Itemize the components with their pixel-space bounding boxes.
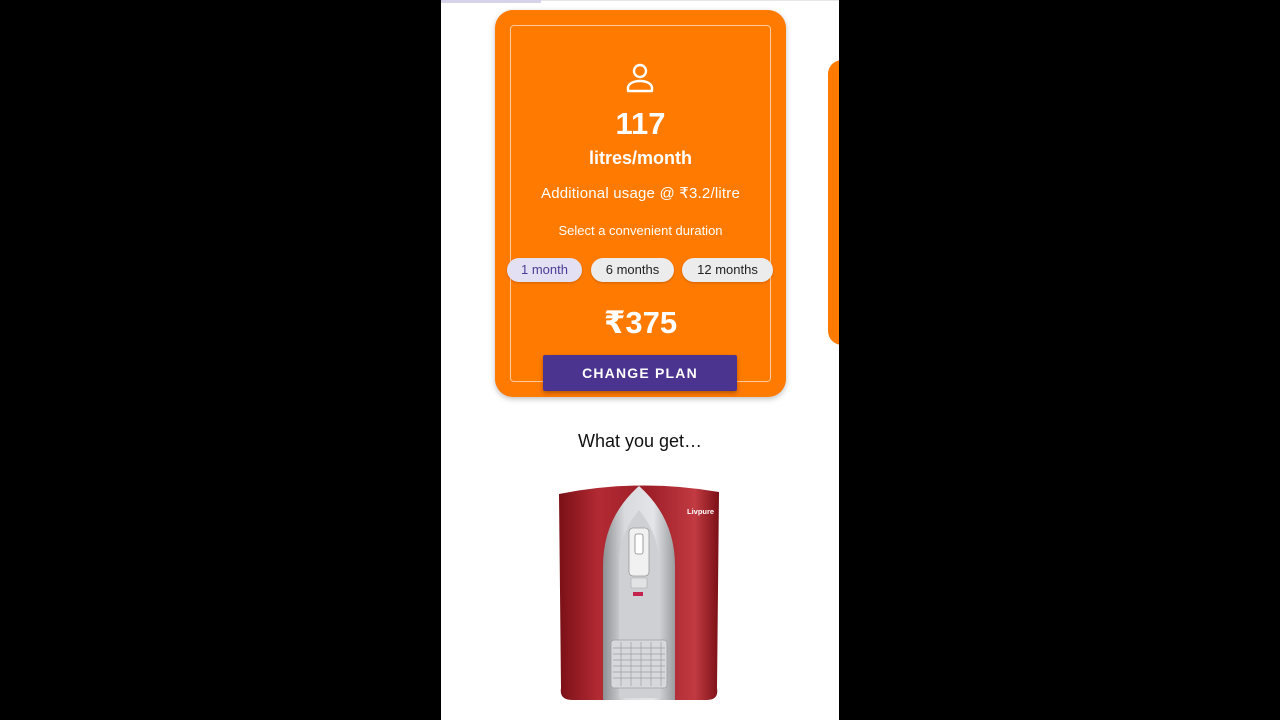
litres-unit: litres/month xyxy=(588,148,692,168)
phone-screen: 117 litres/month Additional usage @ ₹3.2… xyxy=(441,0,839,720)
duration-label: Select a convenient duration xyxy=(558,223,723,238)
next-plan-card[interactable] xyxy=(828,60,839,345)
plan-card: 117 litres/month Additional usage @ ₹3.2… xyxy=(495,10,786,397)
tab-indicator xyxy=(441,0,541,3)
water-purifier-image: Livpure xyxy=(559,485,719,700)
divider xyxy=(541,0,839,1)
duration-chip-6-months[interactable]: 6 months xyxy=(591,258,674,282)
litres-value: 117 xyxy=(615,106,666,141)
brand-logo: Livpure xyxy=(687,507,714,516)
duration-chip-12-months[interactable]: 12 months xyxy=(682,258,773,282)
plan-price: ₹375 xyxy=(603,305,678,340)
additional-usage-text: Additional usage @ ₹3.2/litre xyxy=(540,185,740,202)
brand-logo-text: Livpure xyxy=(687,507,714,516)
duration-chip-1-month[interactable]: 1 month xyxy=(507,258,582,282)
section-title: What you get… xyxy=(577,431,703,451)
change-plan-button[interactable]: CHANGE PLAN xyxy=(543,355,737,391)
user-icon xyxy=(626,63,654,93)
